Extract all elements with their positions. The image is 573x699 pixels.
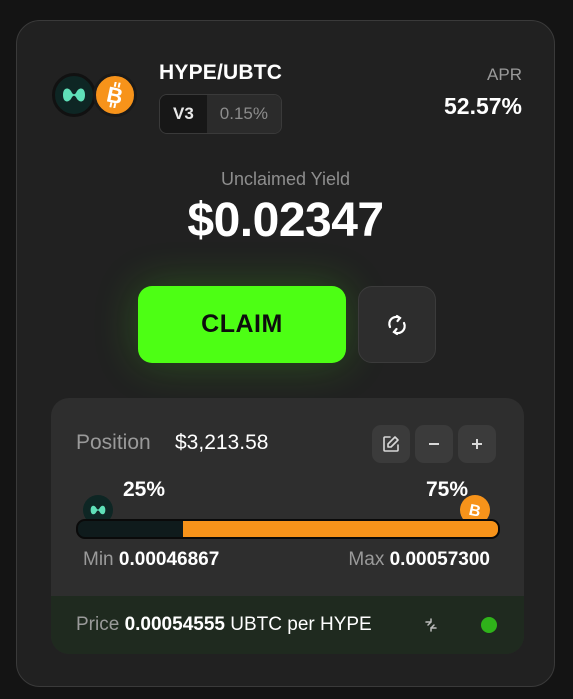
current-price: Price 0.00054555 UBTC per HYPE	[76, 614, 372, 636]
price-label: Price	[76, 614, 120, 635]
min-price: Min 0.00046867	[83, 549, 219, 571]
max-price: Max 0.00057300	[348, 549, 490, 571]
position-card: B HYPE/UBTC V3 0.15% APR 52.57% Unclaime…	[16, 20, 555, 687]
price-row: Price 0.00054555 UBTC per HYPE	[51, 596, 524, 654]
position-value: $3,213.58	[175, 431, 269, 454]
pair-name: HYPE/UBTC	[159, 61, 283, 84]
remove-liquidity-button[interactable]	[415, 425, 453, 463]
pool-tags: V3 0.15%	[159, 94, 282, 134]
position-panel: Position $3,213.58 25% 75% B Min 0.00046…	[51, 398, 524, 654]
edit-position-button[interactable]	[372, 425, 410, 463]
add-liquidity-button[interactable]	[458, 425, 496, 463]
edit-icon	[383, 436, 399, 452]
plus-icon	[472, 439, 482, 449]
price-value: 0.00054555	[124, 614, 225, 635]
refresh-button[interactable]	[358, 286, 436, 363]
price-unit: UBTC per HYPE	[230, 614, 372, 635]
claim-button[interactable]: CLAIM	[138, 286, 346, 363]
unclaimed-yield-value: $0.02347	[187, 194, 384, 247]
hype-icon	[52, 73, 96, 117]
min-value: 0.00046867	[118, 549, 220, 570]
ubtc-share-percent: 75%	[425, 478, 468, 501]
fee-tag: 0.15%	[206, 95, 281, 133]
swap-arrows-icon	[425, 618, 437, 632]
position-label: Position	[76, 431, 151, 454]
apr-value: 52.57%	[443, 93, 522, 119]
version-tag: V3	[160, 95, 207, 133]
hype-share-percent: 25%	[123, 478, 166, 501]
allocation-bar	[76, 519, 500, 539]
in-range-status-dot	[481, 617, 497, 633]
apr-label: APR	[487, 65, 522, 84]
max-label: Max	[348, 549, 385, 570]
bitcoin-icon: B	[93, 73, 137, 117]
unclaimed-yield-label: Unclaimed Yield	[220, 169, 351, 189]
minus-icon	[429, 443, 439, 445]
pair-token-icons: B	[52, 71, 142, 119]
min-label: Min	[83, 549, 114, 570]
svg-text:B: B	[467, 502, 482, 520]
refresh-icon	[388, 314, 406, 335]
max-value: 0.00057300	[389, 549, 490, 570]
ubtc-allocation-fill	[183, 521, 498, 537]
invert-price-button[interactable]	[423, 617, 439, 638]
